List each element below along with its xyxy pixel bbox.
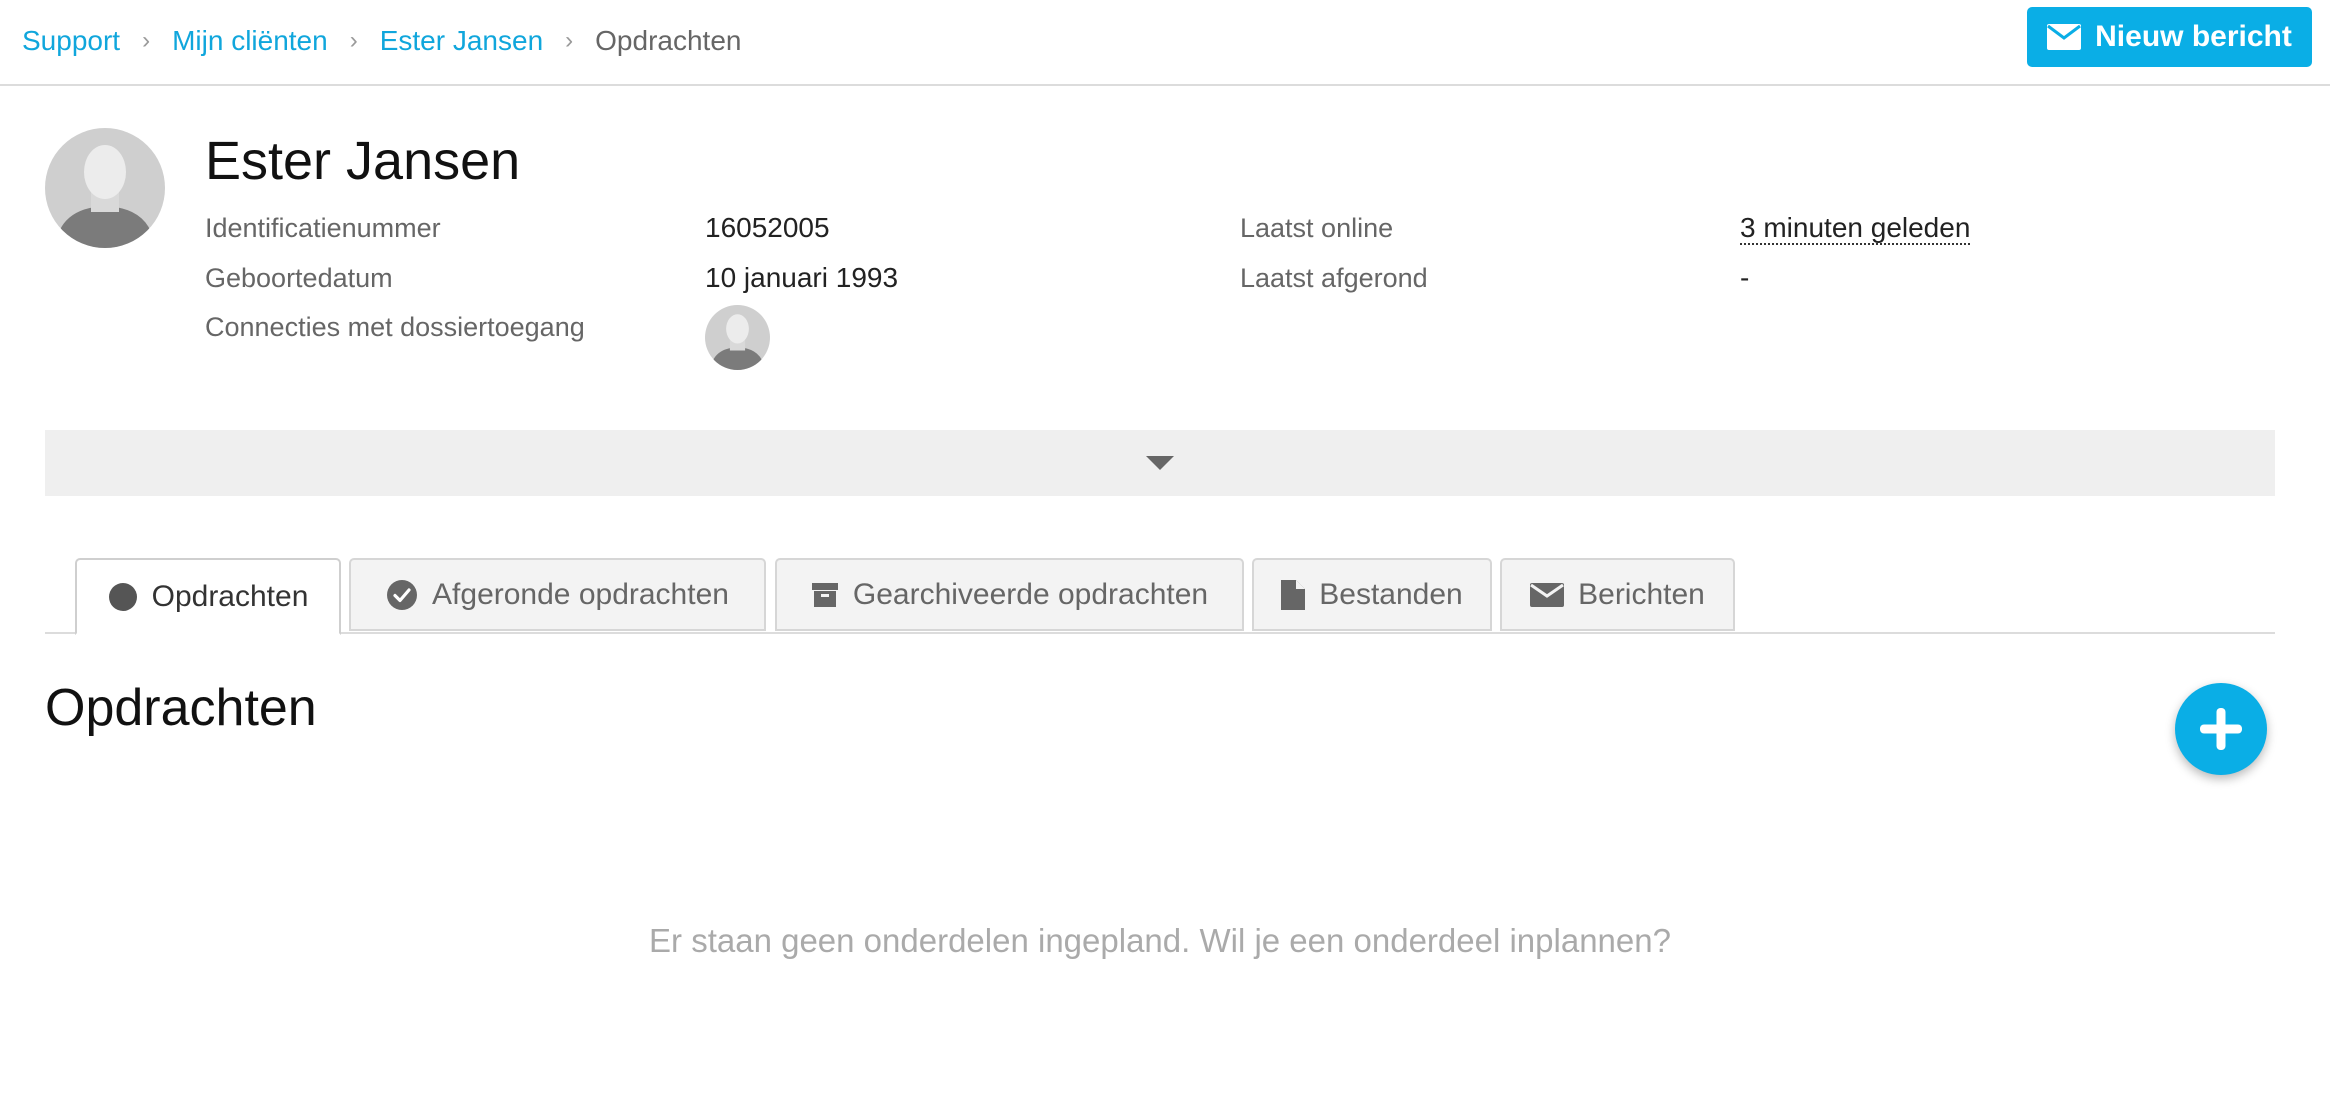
add-assignment-button[interactable] (2175, 683, 2267, 775)
breadcrumb-current: Opdrachten (595, 25, 742, 56)
tab-bestanden[interactable]: Bestanden (1252, 558, 1492, 631)
tabs-divider (45, 632, 2275, 634)
tab-label: Afgeronde opdrachten (432, 577, 729, 611)
file-icon (1281, 579, 1306, 610)
archive-icon (811, 582, 838, 607)
check-circle-icon (387, 579, 418, 610)
breadcrumb: Support › Mijn cliënten › Ester Jansen ›… (22, 0, 741, 82)
envelope-icon (2047, 24, 2082, 50)
plus-icon (2200, 708, 2242, 750)
chevron-right-icon: › (565, 27, 574, 54)
birthdate-label: Geboortedatum (205, 263, 393, 293)
tab-label: Berichten (1578, 577, 1705, 611)
profile-expand-toggle[interactable] (45, 430, 2275, 496)
circle-icon (108, 582, 137, 611)
client-name: Ester Jansen (205, 131, 521, 191)
connection-avatar[interactable] (705, 305, 770, 370)
section-title: Opdrachten (45, 679, 317, 737)
last-online-value[interactable]: 3 minuten geleden (1740, 212, 1971, 245)
last-completed-value: - (1740, 262, 1750, 293)
tab-afgeronde-opdrachten[interactable]: Afgeronde opdrachten (349, 558, 766, 631)
connections-label: Connecties met dossiertoegang (205, 312, 585, 342)
id-label: Identificatienummer (205, 213, 441, 243)
chevron-right-icon: › (142, 27, 151, 54)
tab-opdrachten[interactable]: Opdrachten (75, 558, 341, 635)
new-message-button[interactable]: Nieuw bericht (2027, 7, 2312, 67)
chevron-right-icon: › (349, 27, 358, 54)
empty-state-message: Er staan geen onderdelen ingepland. Wil … (649, 922, 1671, 959)
tab-label: Bestanden (1319, 577, 1463, 611)
id-value: 16052005 (705, 212, 830, 243)
tab-berichten[interactable]: Berichten (1500, 558, 1735, 631)
breadcrumb-mijn-clienten[interactable]: Mijn cliënten (172, 25, 328, 57)
new-message-label: Nieuw bericht (2095, 20, 2292, 53)
birthdate-value: 10 januari 1993 (705, 262, 899, 293)
breadcrumb-support[interactable]: Support (22, 25, 120, 57)
caret-down-icon (1146, 456, 1174, 470)
breadcrumb-client[interactable]: Ester Jansen (380, 25, 543, 57)
client-avatar (45, 128, 165, 248)
tab-label: Opdrachten (151, 579, 309, 613)
tab-gearchiveerde-opdrachten[interactable]: Gearchiveerde opdrachten (775, 558, 1244, 631)
envelope-icon (1530, 582, 1565, 607)
last-online-label: Laatst online (1240, 213, 1394, 243)
tab-label: Gearchiveerde opdrachten (852, 577, 1209, 611)
top-bar: Support › Mijn cliënten › Ester Jansen ›… (0, 0, 2330, 86)
last-completed-label: Laatst afgerond (1240, 263, 1428, 293)
